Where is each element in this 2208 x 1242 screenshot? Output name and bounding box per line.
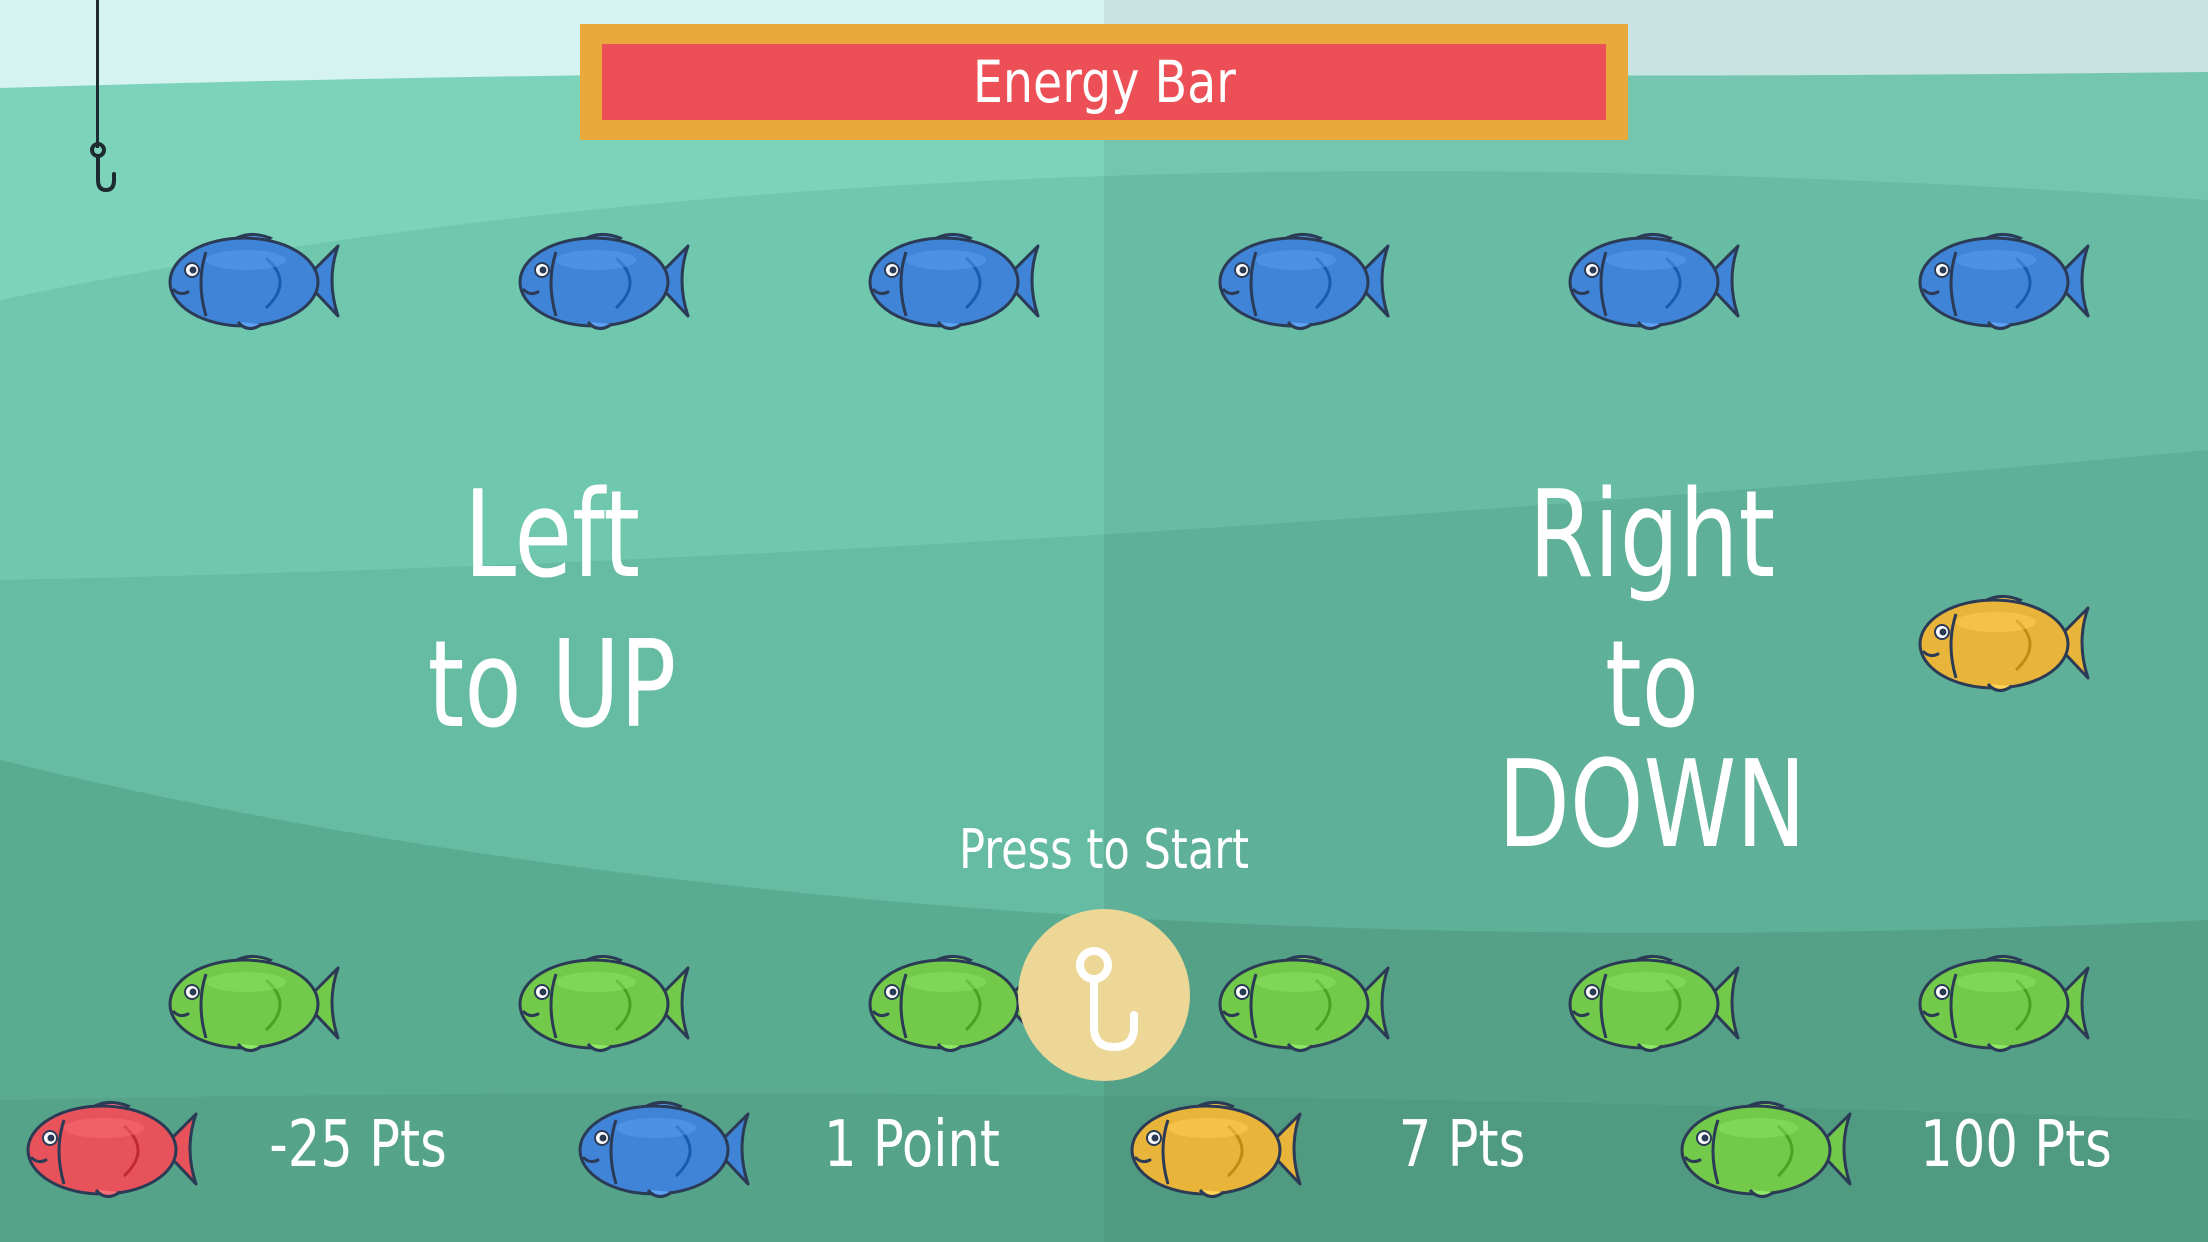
right-instruction-line1: Right <box>1528 466 1776 605</box>
legend-label-green: 100 Pts <box>1920 1108 2112 1182</box>
right-instruction-line2: to DOWN <box>1497 616 1807 875</box>
legend-label-red: -25 Pts <box>269 1108 447 1182</box>
swimming-yellow-fish <box>1916 586 2092 698</box>
energy-bar: Energy Bar <box>580 24 1628 140</box>
fishing-line <box>96 0 99 148</box>
bottom-green-fish <box>866 946 1042 1058</box>
energy-bar-label: Energy Bar <box>972 48 1236 116</box>
bottom-green-fish <box>166 946 342 1058</box>
legend-red-fish <box>24 1092 200 1204</box>
left-instruction-line2: to UP <box>427 616 677 755</box>
right-instruction: Right to DOWN <box>1457 466 1847 875</box>
top-blue-fish <box>1566 224 1742 336</box>
hook-icon <box>1076 947 1138 1052</box>
top-blue-fish <box>1216 224 1392 336</box>
bottom-green-fish <box>1916 946 2092 1058</box>
start-button[interactable] <box>1018 909 1190 1081</box>
legend-label-blue: 1 Point <box>824 1108 1000 1182</box>
legend-blue-fish <box>576 1092 752 1204</box>
legend-yellow-fish <box>1128 1092 1304 1204</box>
top-blue-fish <box>866 224 1042 336</box>
bottom-green-fish <box>516 946 692 1058</box>
top-blue-fish <box>166 224 342 336</box>
left-instruction: Left to UP <box>396 476 708 776</box>
press-to-start-label: Press to Start <box>958 818 1250 881</box>
fishing-hook-icon <box>90 142 116 193</box>
bottom-green-fish <box>1566 946 1742 1058</box>
energy-bar-fill: Energy Bar <box>602 44 1606 120</box>
left-instruction-line1: Left <box>463 466 641 605</box>
top-blue-fish <box>1916 224 2092 336</box>
legend-green-fish <box>1678 1092 1854 1204</box>
bottom-green-fish <box>1216 946 1392 1058</box>
top-blue-fish <box>516 224 692 336</box>
legend-label-yellow: 7 Pts <box>1398 1108 1526 1182</box>
